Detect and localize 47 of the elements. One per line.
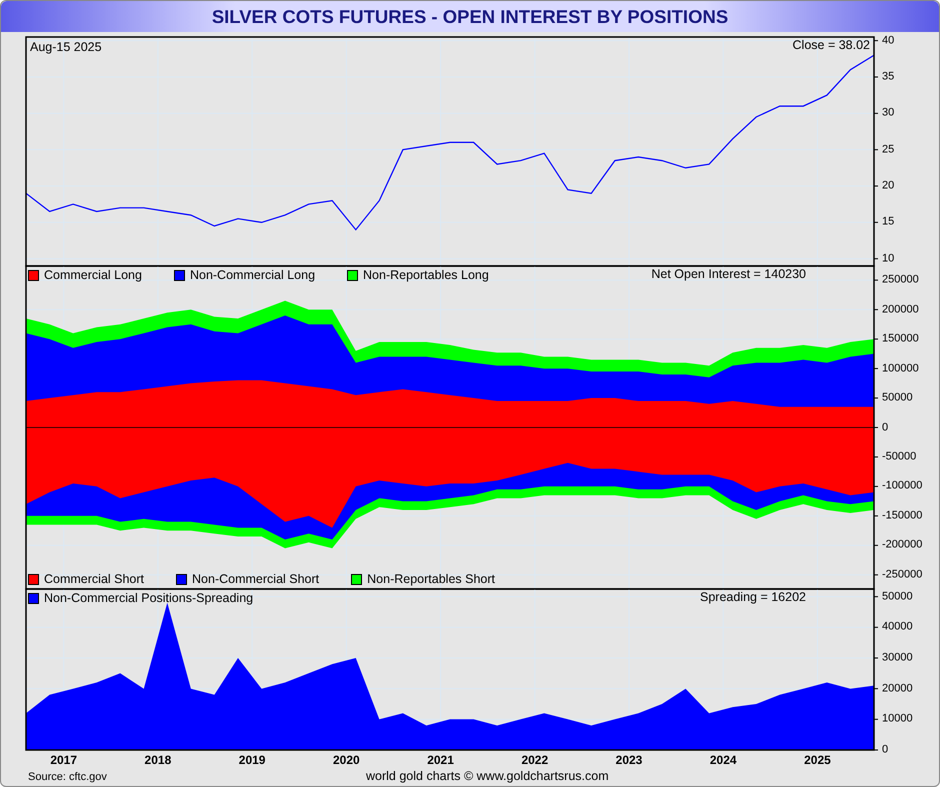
legend-label: Commercial Long (44, 269, 142, 282)
chart-title-bar: SILVER COTS FUTURES - OPEN INTEREST BY POSITIONS (1, 1, 939, 32)
legend-label: Non-Commercial Long (190, 269, 316, 282)
year-label: 2023 (616, 754, 642, 766)
axis-tick-label: 250000 (882, 274, 919, 286)
year-label: 2017 (50, 754, 78, 766)
year-label: 2024 (710, 754, 737, 766)
axis-tick-label: 0 (882, 422, 888, 433)
credit-note: world gold charts © www.goldchartsrus.com (366, 768, 609, 785)
axis-tick-label: 40000 (882, 622, 913, 633)
axis-tick-label: 0 (882, 744, 888, 756)
axis-tick-label: 10000 (882, 714, 913, 725)
axis-tick-label: 20000 (882, 683, 913, 694)
date-label: Aug-15 2025 (30, 39, 102, 56)
axis-tick-label: 150000 (882, 334, 919, 345)
axis-tick-label: 25 (882, 144, 894, 156)
axis-tick-label: -150000 (882, 510, 922, 522)
legend-label: Non-Commercial Short (192, 573, 320, 586)
axis-tick-label: -100000 (882, 480, 922, 492)
legend-label: Non-Commercial Positions-Spreading (44, 592, 254, 604)
axis-tick-label: 100000 (882, 363, 919, 374)
axis-tick-label: 20 (882, 180, 894, 192)
axis-tick-label: 35 (882, 71, 894, 82)
axis-tick-label: 50000 (882, 392, 913, 404)
axis-tick-label: 200000 (882, 304, 919, 316)
legend-label: Non-Reportables Short (367, 573, 496, 586)
legend-label: Non-Reportables Long (363, 269, 489, 282)
year-label: 2025 (804, 754, 831, 766)
axis-tick-label: 40 (882, 35, 894, 46)
source-note: Source: cftc.gov (28, 770, 107, 785)
axis-tick-label: -200000 (882, 540, 922, 551)
year-label: 2018 (144, 754, 172, 766)
axis-tick-label: 10 (882, 253, 894, 264)
year-label: 2019 (238, 754, 266, 766)
axis-tick-label: 30000 (882, 652, 913, 664)
year-label: 2021 (427, 754, 454, 766)
readout-label: Spreading = 16202 (700, 591, 806, 604)
year-label: 2022 (521, 754, 548, 766)
axis-tick-label: 15 (882, 216, 894, 228)
axis-tick-label: 30 (882, 108, 894, 119)
year-label: 2020 (333, 754, 360, 766)
axis-tick-label: -250000 (882, 569, 922, 580)
axis-tick-label: 50000 (882, 591, 913, 602)
readout-label: Net Open Interest = 140230 (651, 268, 806, 280)
readout-label: Close = 38.02 (792, 39, 870, 52)
legend-label: Commercial Short (44, 573, 144, 586)
axis-tick-label: -50000 (882, 451, 916, 462)
